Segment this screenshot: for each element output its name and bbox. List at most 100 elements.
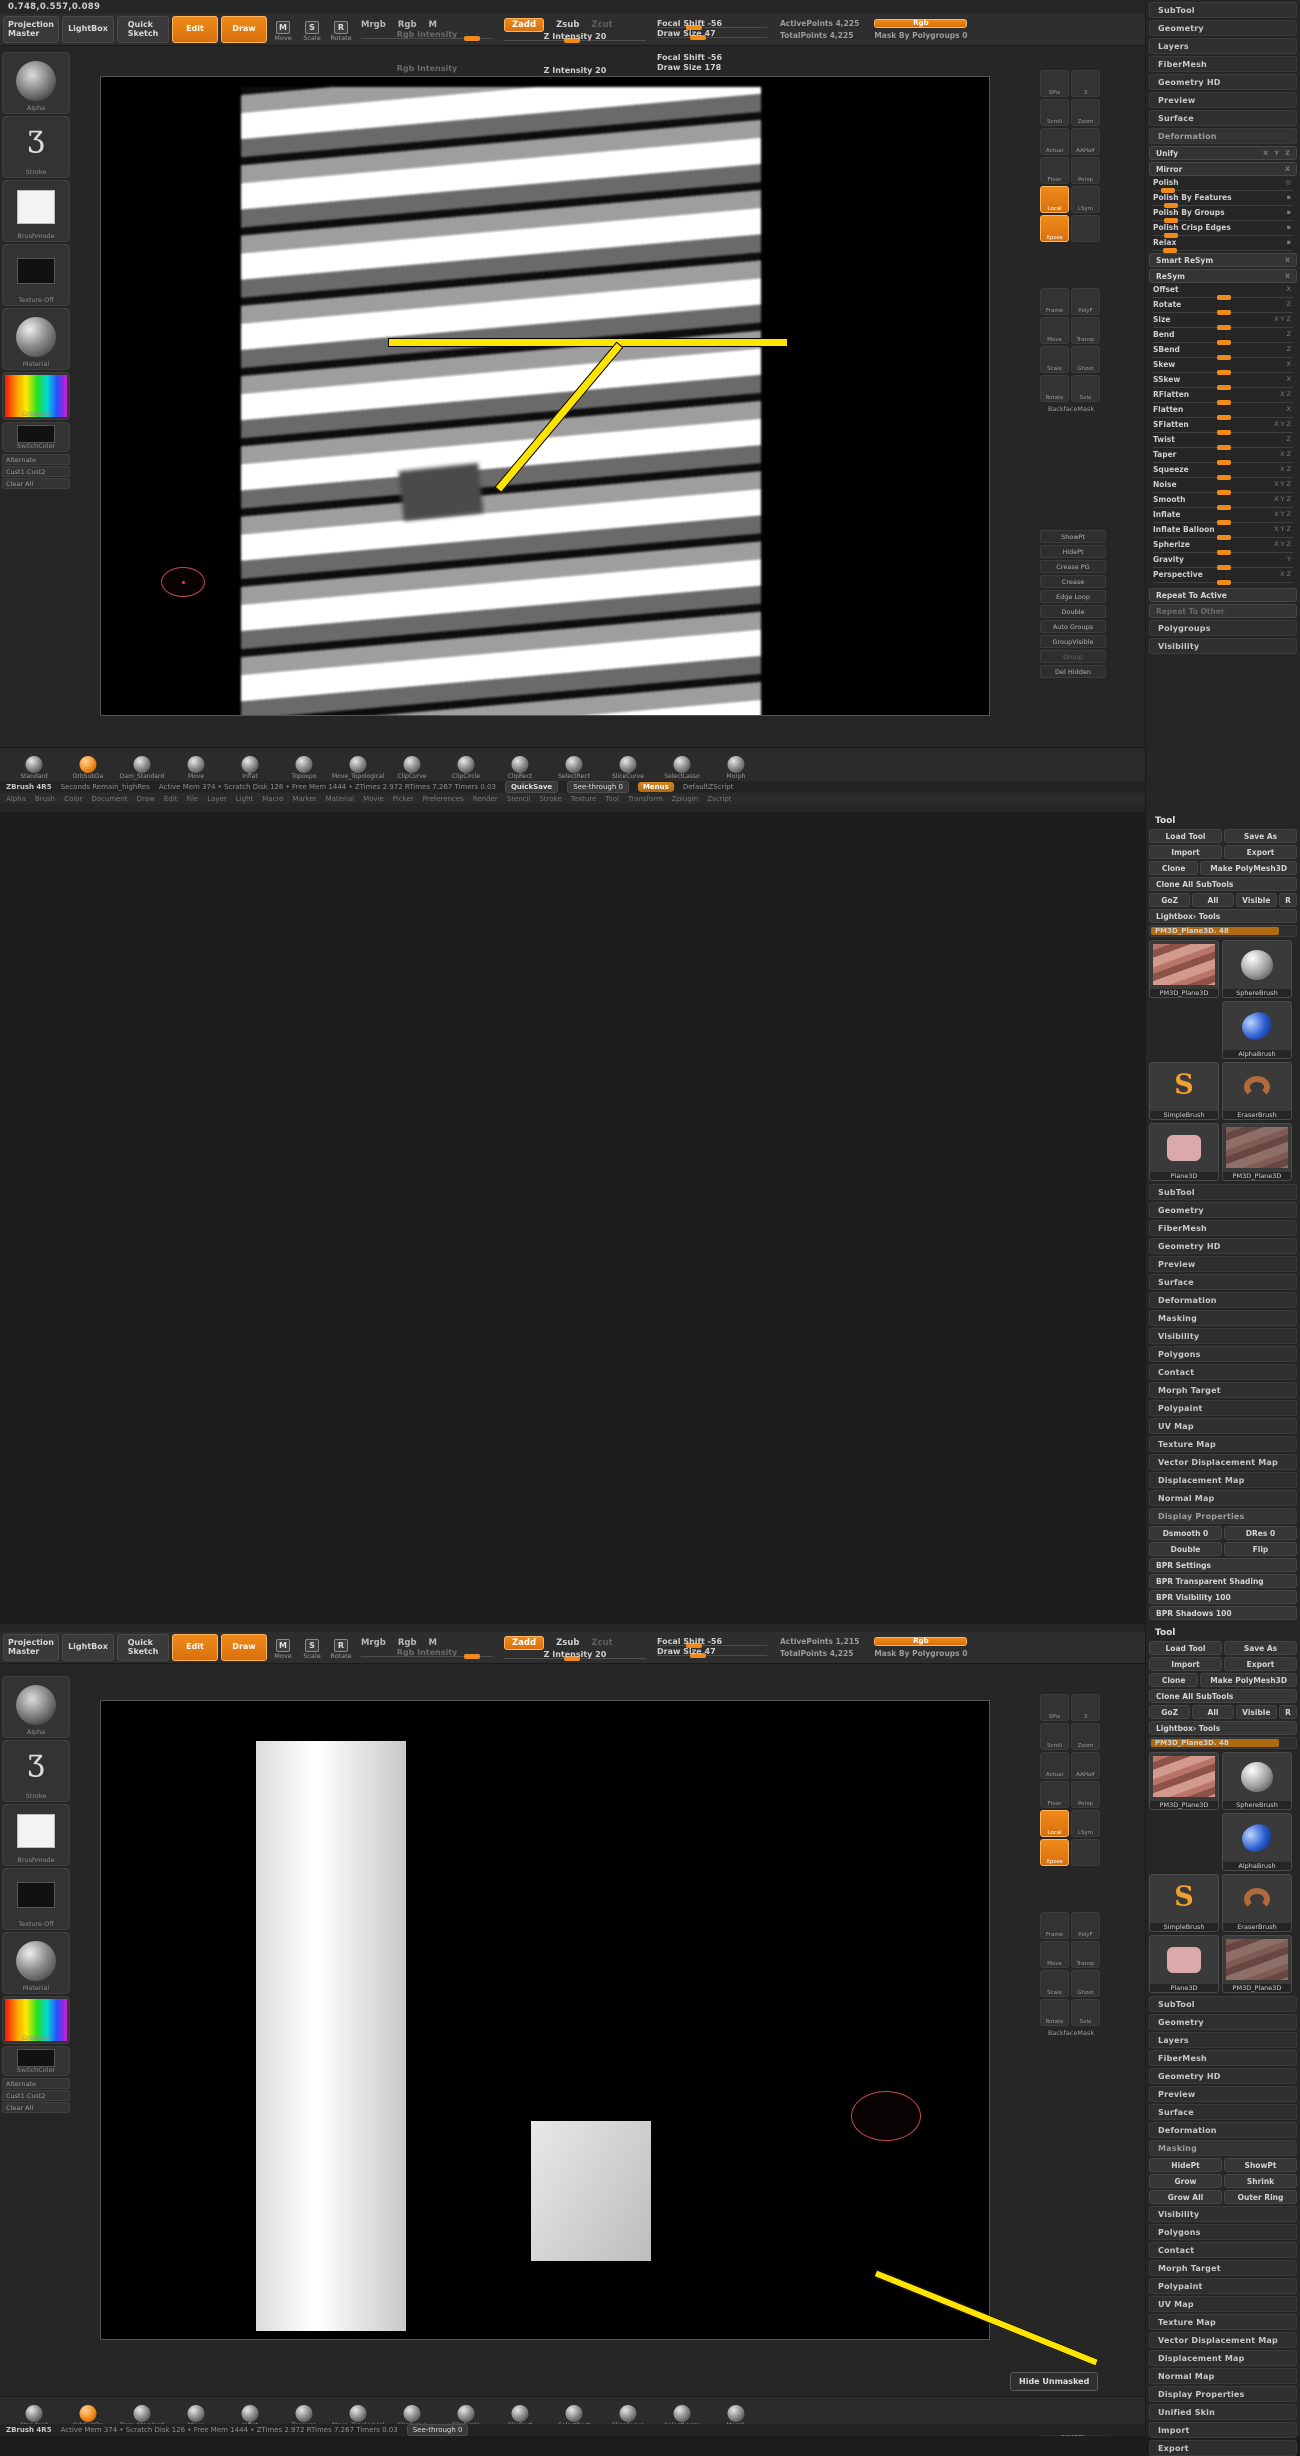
menu-hidept-2[interactable]: HidePt	[1040, 545, 1106, 558]
palette-displacement-map-mid[interactable]: Displacement Map	[1149, 1472, 1297, 1488]
palette-polygons-bot[interactable]: Polygons	[1149, 2224, 1297, 2240]
brush-move-2[interactable]: Move	[170, 750, 222, 780]
thumb-alphabrush-bot[interactable]: AlphaBrush	[1222, 1813, 1292, 1871]
palette-texture-map-mid[interactable]: Texture Map	[1149, 1436, 1297, 1452]
nav-frame-2[interactable]: Frame	[1040, 288, 1069, 315]
draw-size-slider-3[interactable]: Draw Size 47	[656, 1647, 767, 1658]
make-polymesh3d-button-bot[interactable]: Make PolyMesh3D	[1200, 1673, 1297, 1687]
deform-rotate[interactable]: Rotate Z	[1149, 300, 1297, 315]
clone-button-mid[interactable]: Clone	[1149, 861, 1199, 875]
nav-scroll-3[interactable]: Scroll	[1040, 1723, 1069, 1750]
thumb-plane3d-mid[interactable]: Plane3D	[1149, 1123, 1219, 1181]
menu-crease-2[interactable]: Crease	[1040, 575, 1106, 588]
nav-lsym-3[interactable]: LSym	[1071, 1810, 1100, 1837]
nav-move-3[interactable]: Move	[1040, 1941, 1069, 1968]
export-button-mid[interactable]: Export	[1224, 845, 1297, 859]
nav-persp-3[interactable]: Persp	[1071, 1781, 1100, 1808]
flip-button-mid[interactable]: Flip	[1224, 1542, 1297, 1556]
canvas-3[interactable]	[100, 1700, 990, 2340]
alpha-swatch-2[interactable]: Alpha	[2, 52, 70, 114]
clear-all-button-2[interactable]: Clear All	[2, 478, 70, 489]
deform-skew[interactable]: Skew X	[1149, 360, 1297, 375]
palette-surface-bot[interactable]: Surface	[1149, 2104, 1297, 2120]
palette-geometry-bot[interactable]: Geometry	[1149, 2014, 1297, 2030]
palette-fibermesh-1[interactable]: FiberMesh	[1149, 56, 1297, 72]
deform-sflatten[interactable]: SFlatten XYZ	[1149, 420, 1297, 435]
menu-showpt-2[interactable]: ShowPt	[1040, 530, 1106, 543]
nav-xpose-3[interactable]: Xpose	[1040, 1839, 1069, 1866]
r-button-bot[interactable]: R	[1278, 1705, 1297, 1719]
thumb-simplebrush-bot[interactable]: S SimpleBrush	[1149, 1874, 1219, 1932]
brushmode-swatch-2[interactable]: Brushmode	[2, 180, 70, 242]
move-button-2[interactable]: M Move	[270, 16, 296, 43]
zsub-button-2[interactable]: Zsub	[556, 20, 579, 30]
deform-sskew[interactable]: SSkew X	[1149, 375, 1297, 390]
clone-all-subtools-button-mid[interactable]: Clone All SubTools	[1149, 877, 1297, 891]
alternate-button-2[interactable]: Alternate	[2, 454, 70, 465]
nav-ghost-3[interactable]: Ghost	[1071, 1970, 1100, 1997]
thumb-plane3d-bot[interactable]: Plane3D	[1149, 1935, 1219, 1993]
thumb-pm3d-plane3d-bot[interactable]: PM3D_Plane3D	[1149, 1752, 1219, 1810]
deform-offset[interactable]: Offset X	[1149, 285, 1297, 300]
visible-button-bot[interactable]: Visible	[1235, 1705, 1277, 1719]
menu-double-2[interactable]: Double	[1040, 605, 1106, 618]
masking-showpt-button[interactable]: ShowPt	[1224, 2158, 1297, 2172]
stroke-swatch-2[interactable]: Ʒ Stroke	[2, 116, 70, 178]
thumb-pm3d-plane3d-mid[interactable]: PM3D_Plane3D	[1149, 940, 1219, 998]
nav-aahalf-2[interactable]: AAHalf	[1071, 128, 1100, 155]
deform-squeeze[interactable]: Squeeze XZ	[1149, 465, 1297, 480]
bpr-settings-label-mid[interactable]: BPR Settings	[1149, 1558, 1297, 1572]
deform-polish[interactable]: Polish ◎	[1149, 178, 1297, 193]
hide-unmasked-popup[interactable]: Hide Unmasked	[1010, 2372, 1099, 2391]
nav-scale-2[interactable]: Scale	[1040, 346, 1069, 373]
zcut-button-2[interactable]: Zcut	[591, 20, 612, 30]
switchcolor-swatch-3[interactable]: SwitchColor	[2, 2046, 70, 2076]
deform-mirror-button[interactable]: Mirror X	[1149, 162, 1297, 176]
rotate-button-2[interactable]: R Rotate	[328, 16, 354, 43]
nav-blank-2[interactable]	[1071, 215, 1100, 242]
brush-inflat-2[interactable]: Inflat	[224, 750, 276, 780]
lightbox-button-2[interactable]: LightBox	[61, 16, 114, 43]
palette-vector-displacement-map-mid[interactable]: Vector Displacement Map	[1149, 1454, 1297, 1470]
brush-cliprect-2[interactable]: ClipRect	[494, 750, 546, 780]
deform-smooth[interactable]: Smooth XYZ	[1149, 495, 1297, 510]
nav-zoom-2[interactable]: Zoom	[1071, 99, 1100, 126]
brush-orbsubd-2[interactable]: OrbSubDa	[62, 750, 114, 780]
thumb-pm3d-plane3d-2-mid[interactable]: PM3D_Plane3D	[1222, 1123, 1292, 1181]
palette-uv-map-bot[interactable]: UV Map	[1149, 2296, 1297, 2312]
deform-noise[interactable]: Noise XYZ	[1149, 480, 1297, 495]
zsub-button-3[interactable]: Zsub	[556, 1638, 579, 1648]
texture-off-swatch-2[interactable]: Texture Off	[2, 244, 70, 306]
deform-relax[interactable]: Relax ▪	[1149, 238, 1297, 253]
quick-sketch-button-3[interactable]: Quick Sketch	[116, 1634, 169, 1661]
visible-button-mid[interactable]: Visible	[1235, 893, 1277, 907]
palette-preview-1[interactable]: Preview	[1149, 92, 1297, 108]
deform-inflate-balloon[interactable]: Inflate Balloon XYZ	[1149, 525, 1297, 540]
zadd-button-3[interactable]: Zadd	[503, 1635, 545, 1650]
palette-texture-map-bot[interactable]: Texture Map	[1149, 2314, 1297, 2330]
palette-masking-mid[interactable]: Masking	[1149, 1310, 1297, 1326]
edit-button-3[interactable]: Edit	[171, 1634, 218, 1661]
palette-fibermesh-bot[interactable]: FiberMesh	[1149, 2050, 1297, 2066]
rgb-button-2[interactable]: Rgb	[398, 20, 417, 30]
palette-morph-target-bot[interactable]: Morph Target	[1149, 2260, 1297, 2276]
masking-outer-ring-button[interactable]: Outer Ring	[1224, 2190, 1297, 2204]
nav-rotate-2[interactable]: Rotate	[1040, 375, 1069, 402]
deform-sbend[interactable]: SBend Z	[1149, 345, 1297, 360]
menu-auto-groups-2[interactable]: Auto Groups	[1040, 620, 1106, 633]
brush-selectrect-2[interactable]: SelectRect	[548, 750, 600, 780]
mrgb-button-3[interactable]: Mrgb	[361, 1638, 386, 1648]
nav-lsym-2[interactable]: LSym	[1071, 186, 1100, 213]
cust-buttons-2[interactable]: Cust1 Cust2	[2, 466, 70, 477]
palette-morph-target-mid[interactable]: Morph Target	[1149, 1382, 1297, 1398]
seethrough-slider-3[interactable]: See-through 0	[406, 2423, 469, 2436]
load-tool-button-bot[interactable]: Load Tool	[1149, 1641, 1222, 1655]
palette-surface-1[interactable]: Surface	[1149, 110, 1297, 126]
stroke-swatch-3[interactable]: Ʒ Stroke	[2, 1740, 70, 1802]
nav-aahalf-3[interactable]: AAHalf	[1071, 1752, 1100, 1779]
deform-resym-button[interactable]: ReSym X	[1149, 269, 1297, 283]
clear-all-button-3[interactable]: Clear All	[2, 2102, 70, 2113]
nav-blank-3[interactable]	[1071, 1839, 1100, 1866]
z-intensity-slider-3[interactable]: Z Intensity 20	[503, 1650, 646, 1661]
draw-button-2[interactable]: Draw	[220, 16, 267, 43]
